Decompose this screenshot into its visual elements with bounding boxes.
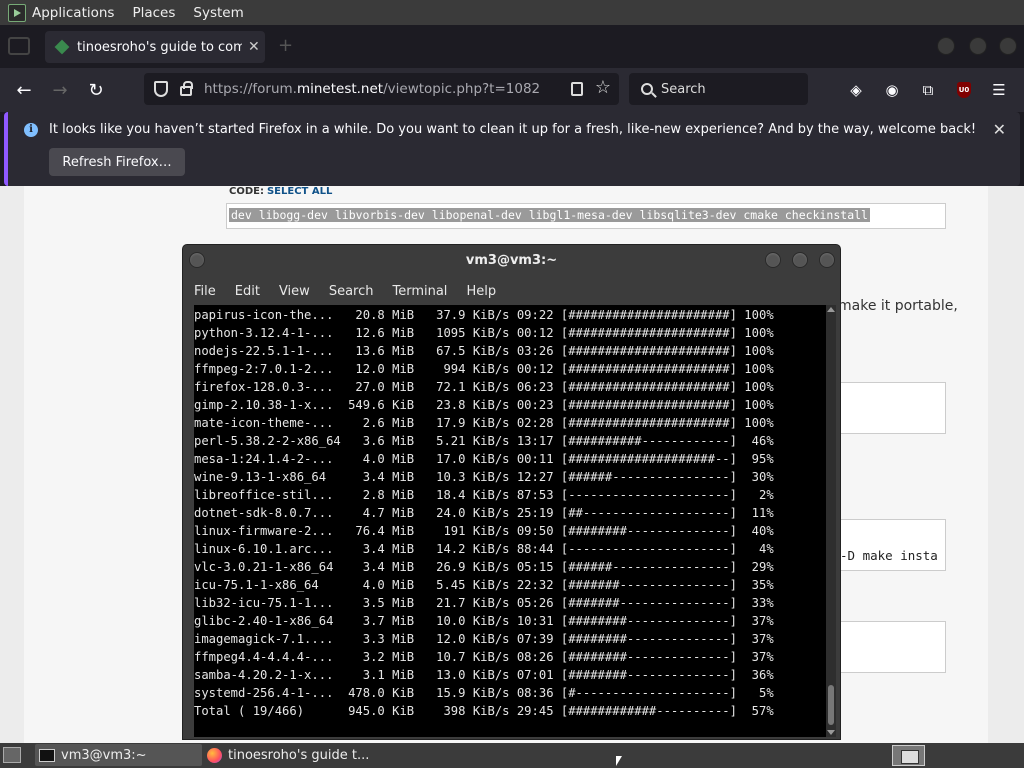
- task-firefox[interactable]: tinoesroho's guide t...: [203, 744, 403, 766]
- terminal-line: mesa-1:24.1.4-2-... 4.0 MiB 17.0 KiB/s 0…: [194, 452, 774, 466]
- terminal-line: samba-4.20.2-1-x... 3.1 MiB 13.0 KiB/s 0…: [194, 668, 774, 682]
- mouse-cursor-icon: [616, 756, 622, 766]
- refresh-firefox-button[interactable]: Refresh Firefox…: [49, 148, 185, 176]
- scrollbar-thumb[interactable]: [828, 685, 834, 725]
- menu-system[interactable]: System: [193, 5, 243, 21]
- url-bar[interactable]: https://forum.minetest.net/viewtopic.php…: [144, 73, 619, 105]
- select-all-link[interactable]: SELECT ALL: [267, 186, 332, 197]
- tab-title: tinoesroho's guide to compiling: [77, 39, 242, 55]
- scroll-down-icon[interactable]: [827, 730, 835, 735]
- tab-forum[interactable]: tinoesroho's guide to compiling ✕: [45, 31, 265, 63]
- terminal-menu-edit[interactable]: Edit: [235, 284, 260, 299]
- url-text[interactable]: https://forum.minetest.net/viewtopic.php…: [204, 81, 540, 97]
- menu-applications[interactable]: Applications: [32, 5, 114, 21]
- close-window-button[interactable]: [999, 37, 1017, 55]
- firefox-icon: [207, 747, 222, 763]
- terminal-minimize-button[interactable]: [765, 252, 781, 268]
- top-panel: Applications Places System: [0, 0, 1024, 25]
- task-terminal[interactable]: vm3@vm3:~: [35, 744, 202, 766]
- workspace-switcher[interactable]: [892, 745, 925, 766]
- bookmark-star-icon[interactable]: ☆: [595, 77, 611, 98]
- nav-bar: ← → ↻ https://forum.minetest.net/viewtop…: [0, 68, 1024, 112]
- code-line: dev libogg-dev libvorbis-dev libopenal-d…: [229, 208, 870, 222]
- code-block[interactable]: dev libogg-dev libvorbis-dev libopenal-d…: [226, 203, 946, 229]
- bottom-taskbar: vm3@vm3:~ tinoesroho's guide t...: [0, 743, 1024, 768]
- terminal-line: ffmpeg4.4-4.4.4-... 3.2 MiB 10.7 KiB/s 0…: [194, 650, 774, 664]
- extensions-icon[interactable]: ⧉: [918, 80, 938, 100]
- info-icon: i: [24, 123, 38, 137]
- workspace-window-icon: [901, 750, 919, 764]
- terminal-maximize-button[interactable]: [792, 252, 808, 268]
- terminal-line: imagemagick-7.1.... 3.3 MiB 12.0 KiB/s 0…: [194, 632, 774, 646]
- pocket-icon[interactable]: ◈: [846, 80, 866, 100]
- terminal-line: libreoffice-stil... 2.8 MiB 18.4 KiB/s 8…: [194, 488, 774, 502]
- reload-icon[interactable]: ↻: [84, 78, 108, 102]
- scroll-up-icon[interactable]: [827, 307, 835, 312]
- terminal-line: lib32-icu-75.1-1... 3.5 MiB 21.7 KiB/s 0…: [194, 596, 774, 610]
- ublock-origin-icon[interactable]: U0: [957, 82, 971, 98]
- terminal-line: mate-icon-theme-... 2.6 MiB 17.9 KiB/s 0…: [194, 416, 774, 430]
- download-progress-list: papirus-icon-the... 20.8 MiB 37.9 KiB/s …: [194, 305, 826, 720]
- maximize-button[interactable]: [969, 37, 987, 55]
- terminal-line: dotnet-sdk-8.0.7... 4.7 MiB 24.0 KiB/s 2…: [194, 506, 774, 520]
- minimize-button[interactable]: [937, 37, 955, 55]
- terminal-window: vm3@vm3:~ File Edit View Search Terminal…: [182, 244, 841, 740]
- search-icon: [641, 83, 653, 95]
- terminal-menu-help[interactable]: Help: [466, 284, 496, 299]
- forward-icon[interactable]: →: [48, 78, 72, 102]
- tab-list-icon[interactable]: [8, 37, 30, 55]
- new-tab-icon[interactable]: +: [278, 35, 293, 56]
- terminal-menu-terminal[interactable]: Terminal: [392, 284, 447, 299]
- terminal-menu-search[interactable]: Search: [329, 284, 374, 299]
- menu-places[interactable]: Places: [132, 5, 175, 21]
- tab-close-icon[interactable]: ✕: [248, 39, 260, 55]
- post-text-fragment: make it portable,: [838, 298, 958, 314]
- terminal-close-button[interactable]: [819, 252, 835, 268]
- code-label: CODE: SELECT ALL: [229, 186, 333, 197]
- applications-logo-icon[interactable]: [8, 3, 26, 22]
- back-icon[interactable]: ←: [12, 78, 36, 102]
- minetest-favicon-icon: [54, 39, 70, 55]
- terminal-scrollbar[interactable]: [826, 305, 836, 737]
- show-desktop-icon[interactable]: [3, 747, 21, 763]
- terminal-line: papirus-icon-the... 20.8 MiB 37.9 KiB/s …: [194, 308, 774, 322]
- reader-view-icon[interactable]: [571, 82, 583, 96]
- terminal-line: gimp-2.10.38-1-x... 549.6 KiB 23.8 KiB/s…: [194, 398, 774, 412]
- account-icon[interactable]: ◉: [882, 80, 902, 100]
- terminal-line: ffmpeg-2:7.0.1-2... 12.0 MiB 994 KiB/s 0…: [194, 362, 774, 376]
- terminal-menubar: File Edit View Search Terminal Help: [183, 277, 840, 305]
- terminal-line: vlc-3.0.21-1-x86_64 3.4 MiB 26.9 KiB/s 0…: [194, 560, 774, 574]
- refresh-notification-bar: i It looks like you haven’t started Fire…: [4, 112, 1020, 186]
- notification-close-icon[interactable]: ✕: [993, 120, 1006, 139]
- terminal-line: linux-firmware-2... 76.4 MiB 191 KiB/s 0…: [194, 524, 774, 538]
- search-bar[interactable]: Search: [629, 73, 808, 105]
- terminal-menu-view[interactable]: View: [279, 284, 310, 299]
- notification-text: It looks like you haven’t started Firefo…: [49, 122, 977, 137]
- terminal-line: icu-75.1-1-x86_64 4.0 MiB 5.45 KiB/s 22:…: [194, 578, 774, 592]
- task-firefox-label: tinoesroho's guide t...: [228, 747, 370, 763]
- lock-icon[interactable]: [180, 81, 193, 96]
- terminal-icon: [39, 748, 55, 762]
- code-block-2[interactable]: [836, 382, 946, 434]
- terminal-line: nodejs-22.5.1-1-... 13.6 MiB 67.5 KiB/s …: [194, 344, 774, 358]
- code-fragment: -D make insta: [840, 548, 938, 563]
- terminal-line: systemd-256.4-1-... 478.0 KiB 15.9 KiB/s…: [194, 686, 774, 700]
- terminal-line: glibc-2.40-1-x86_64 3.7 MiB 10.0 KiB/s 1…: [194, 614, 774, 628]
- tab-bar: tinoesroho's guide to compiling ✕ +: [0, 25, 1024, 68]
- terminal-line: firefox-128.0.3-... 27.0 MiB 72.1 KiB/s …: [194, 380, 774, 394]
- terminal-line: linux-6.10.1.arc... 3.4 MiB 14.2 KiB/s 8…: [194, 542, 774, 556]
- terminal-line: wine-9.13-1-x86_64 3.4 MiB 10.3 KiB/s 12…: [194, 470, 774, 484]
- code-block-4[interactable]: [836, 621, 946, 673]
- task-terminal-label: vm3@vm3:~: [61, 747, 147, 763]
- search-placeholder: Search: [661, 81, 706, 97]
- code-block-3[interactable]: [836, 519, 946, 571]
- terminal-line: perl-5.38.2-2-x86_64 3.6 MiB 5.21 KiB/s …: [194, 434, 774, 448]
- terminal-line: Total ( 19/466) 945.0 KiB 398 KiB/s 29:4…: [194, 704, 774, 718]
- terminal-menu-file[interactable]: File: [194, 284, 216, 299]
- terminal-line: python-3.12.4-1-... 12.6 MiB 1095 KiB/s …: [194, 326, 774, 340]
- tracking-shield-icon[interactable]: [154, 81, 168, 97]
- terminal-output[interactable]: papirus-icon-the... 20.8 MiB 37.9 KiB/s …: [194, 305, 826, 737]
- hamburger-menu-icon[interactable]: ☰: [989, 80, 1009, 100]
- terminal-title: vm3@vm3:~: [465, 253, 558, 268]
